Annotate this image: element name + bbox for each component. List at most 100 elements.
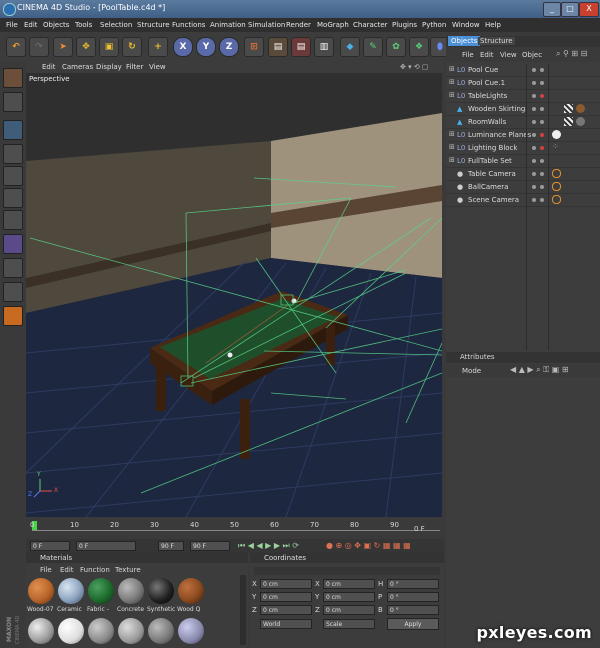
objects-menu-file[interactable]: File [462,51,474,59]
expand-icon[interactable]: ⊞ [449,78,455,86]
x-axis-button[interactable]: X [173,37,193,57]
undo-icon[interactable]: ↶ [6,37,26,57]
objects-menu-edit[interactable]: Edit [480,51,494,59]
object-name[interactable]: BallCamera [468,183,508,191]
z-axis-button[interactable]: Z [219,37,239,57]
size-y-field[interactable]: 0 cm [323,592,375,602]
render-dot[interactable] [540,133,544,137]
visibility-dot[interactable] [532,159,536,163]
objects-menu-objects[interactable]: Objec [522,51,542,59]
expand-icon[interactable]: ⊞ [449,130,455,138]
points-mode-icon[interactable] [3,166,23,186]
protection-tag-icon[interactable] [552,195,561,204]
end-frame-field[interactable]: 90 F [190,541,230,551]
position-y-field[interactable]: 0 cm [260,592,312,602]
y-axis-button[interactable]: Y [196,37,216,57]
visibility-dot[interactable] [532,185,536,189]
material-swatch[interactable] [118,618,144,644]
visibility-dot[interactable] [532,133,536,137]
menu-render[interactable]: Render [286,21,311,29]
tab-structure[interactable]: Structure [478,37,515,45]
materials-menu-edit[interactable]: Edit [60,566,74,574]
render-dot[interactable] [540,146,544,150]
materials-scrollbar[interactable] [240,575,246,645]
redo-icon[interactable]: ↷ [29,37,49,57]
object-name[interactable]: Pool Cue.1 [468,79,505,87]
viewport-menu-filter[interactable]: Filter [126,63,143,71]
object-row-table-camera[interactable]: ● Table Camera [446,168,600,181]
workplane-icon[interactable] [3,306,23,326]
polygons-mode-icon[interactable] [3,210,23,230]
objects-menu-view[interactable]: View [500,51,517,59]
object-name[interactable]: Table Camera [468,170,516,178]
scale-icon[interactable]: ▣ [99,37,119,57]
menu-edit[interactable]: Edit [24,21,38,29]
edges-mode-icon[interactable] [3,188,23,208]
cube-primitive-icon[interactable]: ◆ [340,37,360,57]
expand-icon[interactable]: ⊞ [449,156,455,164]
record-keys-icons[interactable]: ● ⊕ ◎ ✥ ▣ ↻ ▦ ▦ ▦ [326,541,411,550]
render-dot[interactable] [540,198,544,202]
size-mode-select[interactable]: Scale [323,619,375,629]
menu-structure[interactable]: Structure [137,21,170,29]
spline-pen-icon[interactable]: ✎ [363,37,383,57]
snap-icon[interactable] [3,282,23,302]
apply-button[interactable]: Apply [387,618,439,630]
material-swatch[interactable] [28,618,54,644]
menu-file[interactable]: File [6,21,18,29]
object-name[interactable]: Pool Cue [468,66,498,74]
render-dot[interactable] [540,172,544,176]
render-dot[interactable] [540,159,544,163]
visibility-dot[interactable] [532,120,536,124]
move-icon[interactable]: ✥ [76,37,96,57]
protection-tag-icon[interactable] [552,169,561,178]
render-view-icon[interactable]: ▤ [268,37,288,57]
coord-mode-select[interactable]: World [260,619,312,629]
viewport-menu-display[interactable]: Display [96,63,122,71]
menu-selection[interactable]: Selection [100,21,132,29]
texture-mode-icon[interactable] [3,92,23,112]
expand-icon[interactable]: ⊞ [449,143,455,151]
menu-help[interactable]: Help [485,21,501,29]
array-icon[interactable]: ❖ [409,37,429,57]
material-swatch[interactable] [178,578,204,604]
model-mode-icon[interactable] [3,120,23,140]
render-picture-viewer-icon[interactable]: ▤ [291,37,311,57]
menu-window[interactable]: Window [452,21,480,29]
menu-character[interactable]: Character [353,21,388,29]
world-axis-icon[interactable]: + [148,37,168,57]
object-row-lighting-block[interactable]: ⊞ L0 Lighting Block ⁘ [446,142,600,155]
visibility-dot[interactable] [532,198,536,202]
visibility-dot[interactable] [532,107,536,111]
materials-menu-function[interactable]: Function [80,566,110,574]
current-frame-field[interactable]: 0 F [30,541,70,551]
material-swatch[interactable] [178,618,204,644]
object-name[interactable]: Scene Camera [468,196,519,204]
expand-icon[interactable]: ⊞ [449,91,455,99]
viewport-nav-icons[interactable]: ✥ ▾ ⟲ ▢ [400,63,429,71]
object-row-wooden-skirting[interactable]: ▲ Wooden Skirting [446,103,600,116]
object-name[interactable]: RoomWalls [468,118,506,126]
object-row-tablelights[interactable]: ⊞ L0 TableLights [446,90,600,103]
attributes-mode-menu[interactable]: Mode [462,367,481,375]
render-dot[interactable] [540,185,544,189]
protection-tag-icon[interactable] [552,182,561,191]
coordinate-system-icon[interactable]: ⊞ [244,37,264,57]
viewport-menu-view[interactable]: View [149,63,166,71]
maximize-button[interactable]: □ [561,2,579,17]
material-tag-icon[interactable] [552,130,561,139]
viewport-menu-cameras[interactable]: Cameras [62,63,93,71]
object-row-roomwalls[interactable]: ▲ RoomWalls [446,116,600,129]
menu-plugins[interactable]: Plugins [392,21,417,29]
object-name[interactable]: Wooden Skirting [468,105,525,113]
material-swatch[interactable] [88,578,114,604]
object-row-scene-camera[interactable]: ● Scene Camera [446,194,600,207]
viewport-menu-edit[interactable]: Edit [42,63,56,71]
material-swatch[interactable] [118,578,144,604]
texture-tag-icon[interactable] [564,117,573,126]
object-axis-icon[interactable] [3,144,23,164]
perspective-viewport[interactable]: Perspective Y Z X [26,73,442,517]
menu-functions[interactable]: Functions [172,21,205,29]
display-tag-icon[interactable]: ⁘ [552,142,559,151]
menu-python[interactable]: Python [422,21,446,29]
